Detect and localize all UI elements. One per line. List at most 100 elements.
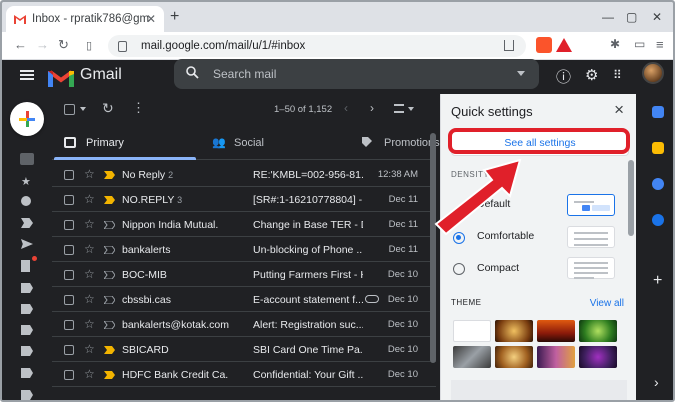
- sent-icon[interactable]: [21, 239, 33, 249]
- label-icon[interactable]: [21, 325, 33, 335]
- calendar-icon[interactable]: [652, 106, 664, 118]
- importance-marker-icon[interactable]: [104, 246, 115, 254]
- new-tab-icon[interactable]: +: [170, 8, 179, 26]
- drafts-icon[interactable]: [21, 260, 30, 272]
- email-row[interactable]: ☆ cbssbi.cas E-account statement f... Dec …: [52, 288, 436, 312]
- settings-gear-icon[interactable]: ⚙: [585, 66, 598, 84]
- maximize-icon[interactable]: ▢: [626, 10, 637, 24]
- email-row[interactable]: ☆ BOC-MIB Putting Farmers First - H Dec 10: [52, 263, 436, 287]
- star-icon[interactable]: ☆: [84, 342, 95, 356]
- label-icon[interactable]: [21, 304, 33, 314]
- row-checkbox[interactable]: [64, 295, 74, 305]
- select-dropdown-icon[interactable]: [80, 107, 86, 111]
- row-checkbox[interactable]: [64, 270, 74, 280]
- importance-marker-icon[interactable]: [104, 371, 115, 379]
- importance-marker-icon[interactable]: [104, 171, 115, 179]
- close-quick-settings-icon[interactable]: ×: [614, 100, 624, 120]
- importance-marker-icon[interactable]: [104, 346, 115, 354]
- search-icon[interactable]: [186, 66, 199, 82]
- row-checkbox[interactable]: [64, 345, 74, 355]
- email-row[interactable]: ☆ Nippon India Mutual. Change in Base TER…: [52, 213, 436, 237]
- label-icon[interactable]: [21, 283, 33, 293]
- browser-tab[interactable]: Inbox - rpratik786@gmail.c ✕: [6, 6, 164, 32]
- snoozed-icon[interactable]: [21, 196, 31, 206]
- older-page-icon[interactable]: ›: [370, 101, 374, 115]
- inbox-icon[interactable]: [20, 153, 34, 165]
- row-checkbox[interactable]: [64, 320, 74, 330]
- importance-marker-icon[interactable]: [104, 196, 115, 204]
- importance-marker-icon[interactable]: [104, 221, 115, 229]
- refresh-icon[interactable]: ↻: [102, 100, 114, 117]
- quick-settings-scrollbar[interactable]: [628, 160, 634, 236]
- star-icon[interactable]: ☆: [84, 292, 95, 306]
- select-all-checkbox[interactable]: [64, 104, 75, 115]
- row-checkbox[interactable]: [64, 195, 74, 205]
- row-checkbox[interactable]: [64, 170, 74, 180]
- back-icon[interactable]: ←: [14, 37, 27, 52]
- reload-icon[interactable]: ↻: [58, 37, 69, 53]
- minimize-icon[interactable]: —: [602, 10, 614, 24]
- theme-sunset-thumbnail[interactable]: [537, 320, 575, 342]
- bookmark-icon[interactable]: ▯: [86, 39, 92, 52]
- view-all-themes-link[interactable]: View all: [590, 298, 624, 309]
- brave-shield-icon[interactable]: [536, 37, 552, 53]
- label-icon[interactable]: [21, 368, 33, 378]
- tab-social[interactable]: Social: [234, 137, 264, 149]
- apps-grid-icon[interactable]: ⠿: [613, 68, 622, 82]
- star-icon[interactable]: ☆: [84, 367, 95, 381]
- newer-page-icon[interactable]: ‹: [344, 101, 348, 115]
- density-compact-label[interactable]: Compact: [477, 262, 519, 274]
- theme-bokeh-thumbnail[interactable]: [495, 346, 533, 368]
- email-row[interactable]: ☆ bankalerts@kotak.com Alert: Registratio…: [52, 313, 436, 337]
- star-icon[interactable]: ☆: [84, 242, 95, 256]
- more-options-icon[interactable]: ⋮: [132, 100, 145, 116]
- theme-pipes-thumbnail[interactable]: [453, 346, 491, 368]
- contacts-icon[interactable]: [652, 214, 664, 226]
- email-row[interactable]: ☆ SBICARD SBI Card One Time Pa... Dec 10: [52, 338, 436, 362]
- density-comfortable-preview[interactable]: [567, 226, 615, 248]
- theme-lights-thumbnail[interactable]: [495, 320, 533, 342]
- label-icon[interactable]: [21, 390, 33, 400]
- main-menu-icon[interactable]: [20, 70, 34, 80]
- star-icon[interactable]: ☆: [84, 267, 95, 281]
- email-row[interactable]: ☆ NO.REPLY 3 [SR#:1-16210778804] - - Dec 11: [52, 188, 436, 212]
- tab-primary[interactable]: Primary: [86, 137, 124, 149]
- add-addon-icon[interactable]: +: [653, 272, 662, 290]
- density-default-preview[interactable]: [567, 194, 615, 216]
- search-options-icon[interactable]: [517, 71, 525, 76]
- close-window-icon[interactable]: ✕: [652, 10, 662, 24]
- label-icon[interactable]: [21, 346, 33, 356]
- row-checkbox[interactable]: [64, 370, 74, 380]
- compose-button[interactable]: [10, 102, 44, 136]
- forward-icon[interactable]: →: [36, 37, 49, 52]
- expand-panel-icon[interactable]: ›: [654, 374, 659, 390]
- star-icon[interactable]: ☆: [84, 317, 95, 331]
- brave-rewards-icon[interactable]: [556, 38, 572, 52]
- split-pane-dropdown-icon[interactable]: [408, 107, 414, 111]
- gmail-logo-icon[interactable]: [48, 68, 74, 92]
- email-row[interactable]: ☆ No Reply 2 RE:'KMBL=002-956-81... 12:38 A…: [52, 163, 436, 187]
- importance-marker-icon[interactable]: [104, 271, 115, 279]
- star-icon[interactable]: ☆: [84, 167, 95, 181]
- row-checkbox[interactable]: [64, 220, 74, 230]
- tasks-icon[interactable]: [652, 178, 664, 190]
- theme-leaf-thumbnail[interactable]: [579, 320, 617, 342]
- profile-icon[interactable]: ▭: [634, 37, 645, 51]
- row-checkbox[interactable]: [64, 245, 74, 255]
- star-icon[interactable]: ☆: [84, 192, 95, 206]
- email-row[interactable]: ☆ bankalerts Un-blocking of Phone ... Dec …: [52, 238, 436, 262]
- address-bar[interactable]: mail.google.com/mail/u/1/#inbox: [108, 35, 526, 57]
- account-avatar[interactable]: [642, 62, 664, 84]
- search-input[interactable]: Search mail: [174, 59, 539, 89]
- close-tab-icon[interactable]: ✕: [146, 12, 156, 26]
- importance-marker-icon[interactable]: [104, 296, 115, 304]
- help-icon[interactable]: ⓘ: [556, 66, 571, 87]
- importance-marker-icon[interactable]: [104, 321, 115, 329]
- email-row[interactable]: ☆ HDFC Bank Credit Ca. Confidential: Your…: [52, 363, 436, 387]
- split-pane-icon[interactable]: [394, 104, 404, 113]
- extensions-icon[interactable]: ✱: [610, 37, 620, 51]
- density-compact-radio[interactable]: [453, 263, 465, 275]
- share-icon[interactable]: [504, 40, 514, 51]
- star-icon[interactable]: ☆: [84, 217, 95, 231]
- theme-default-thumbnail[interactable]: [453, 320, 491, 342]
